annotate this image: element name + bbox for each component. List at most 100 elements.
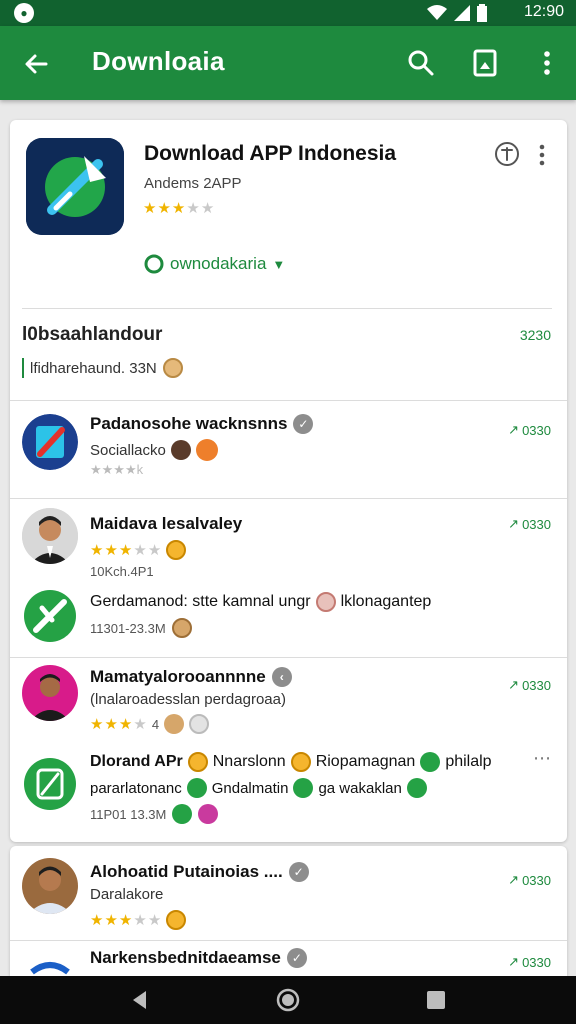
status-time: 12:90 — [523, 3, 564, 20]
verified-icon: ‹ — [271, 667, 292, 687]
item-title-part: philalp — [445, 753, 492, 770]
section-count[interactable]: 3230 — [520, 327, 551, 343]
avatar — [315, 592, 336, 612]
star-rating: ★ ★ ★ ★ ★ — [90, 541, 162, 559]
avatar — [22, 858, 78, 914]
wifi-icon — [427, 5, 447, 20]
nav-recents-icon[interactable] — [424, 988, 448, 1012]
download-count[interactable]: ↗ 0330 — [508, 677, 551, 693]
emoji-icon — [186, 778, 207, 798]
trend-icon: ↗ — [508, 516, 520, 531]
search-icon[interactable] — [404, 46, 438, 80]
install-icon[interactable] — [494, 141, 520, 167]
verified-icon: ✓ — [288, 862, 309, 882]
item-title-text: Mamatyalorooannnne — [90, 667, 266, 686]
divider — [10, 940, 567, 941]
trend-icon: ↗ — [508, 872, 520, 887]
more-options-icon[interactable]: ⋯ — [533, 748, 551, 769]
more-options-icon[interactable] — [534, 142, 550, 168]
avatar — [22, 665, 78, 721]
item-title: Mamatyalorooannnne ‹ — [90, 667, 292, 687]
developer-link[interactable]: ownodakaria ▼ — [144, 254, 285, 274]
item-title: Narkensbednitdaeamse ✓ — [90, 948, 307, 968]
item-title-part: Riopamagnan — [315, 753, 416, 770]
divider — [22, 308, 552, 309]
item-subtitle: Sociallacko — [90, 439, 218, 461]
emoji-icon — [406, 778, 427, 798]
status-icons — [426, 4, 488, 22]
section-title: l0bsaahlandour — [22, 324, 163, 345]
item-title-text: Narkensbednitdaeamse — [90, 948, 281, 967]
trend-icon: ↗ — [508, 422, 520, 437]
item-subtitle-part: Gndalmatin — [211, 779, 289, 797]
overflow-menu-icon[interactable] — [530, 46, 564, 80]
trend-icon: ↗ — [508, 677, 520, 692]
divider — [10, 400, 567, 401]
content-card: Download APP Indonesia Andems 2APP ★ ★ ★ ★ ★… — [10, 120, 567, 842]
item-subtitle-part: ga wakaklan — [318, 779, 402, 797]
app-icon — [22, 948, 78, 976]
app-bar-title: Downloaia — [92, 46, 225, 76]
download-count-text: 0330 — [522, 677, 551, 693]
download-count[interactable]: ↗ 0330 — [508, 516, 551, 532]
emoji-icon — [420, 752, 441, 772]
item-title-text: Padanosohe wacknsnns — [90, 414, 288, 433]
app-icon — [22, 756, 78, 812]
item-meta: 10Kch.4P1 — [90, 564, 154, 579]
download-count-text: 0330 — [522, 954, 551, 970]
item-subtitle: pararlatonanc Gndalmatin ga wakaklan — [90, 778, 427, 798]
emoji-icon — [187, 752, 208, 772]
emoji-icon — [172, 804, 193, 824]
app-icon — [22, 588, 78, 644]
library-icon[interactable] — [468, 46, 502, 80]
item-rating: ★ ★ ★ ★ ★ — [90, 540, 187, 560]
download-count-text: 0330 — [522, 872, 551, 888]
back-arrow-icon[interactable] — [20, 48, 52, 80]
download-count[interactable]: ↗ 0330 — [508, 872, 551, 888]
avatar — [170, 440, 191, 460]
download-count-text: 0330 — [522, 516, 551, 532]
item-title-text: Alohoatid Putainoias .... — [90, 862, 283, 881]
download-count-text: 0330 — [522, 422, 551, 438]
battery-icon — [477, 4, 487, 22]
item-title: Padanosohe wacknsnns ✓ — [90, 414, 314, 434]
app-title: Download APP Indonesia — [144, 142, 397, 165]
item-meta: 11301-23.3M — [90, 618, 192, 638]
avatar — [189, 714, 210, 734]
divider — [10, 657, 567, 658]
download-count[interactable]: ↗ 0330 — [508, 422, 551, 438]
content-card: Alohoatid Putainoias .... ✓ Daralakore ★… — [10, 846, 567, 976]
emoji-icon — [293, 778, 314, 798]
avatar — [171, 618, 192, 638]
emoji-icon — [198, 804, 219, 824]
chevron-down-icon: ▼ — [272, 256, 286, 272]
app-icon — [22, 414, 78, 470]
trend-icon: ↗ — [508, 954, 520, 969]
rating-count: 4 — [151, 716, 160, 732]
verified-icon: ✓ — [286, 948, 307, 968]
item-meta: 11P01 13.3M — [90, 804, 219, 824]
status-bar: ● 12:90 — [0, 0, 576, 26]
item-subtitle-part: pararlatonanc — [90, 779, 182, 797]
app-developer[interactable]: Andems 2APP — [144, 175, 242, 192]
avatar — [164, 714, 185, 734]
avatar — [162, 358, 183, 378]
download-count[interactable]: ↗ 0330 — [508, 954, 551, 970]
verified-icon: ✓ — [293, 414, 314, 434]
app-icon[interactable] — [26, 138, 124, 235]
section-subtitle-text: lfidharehaund. 33N — [30, 359, 157, 377]
item-subtitle: (lnalaroadesslan perdagroaa) — [90, 691, 286, 708]
nav-home-icon[interactable] — [276, 988, 300, 1012]
item-meta: ★★★★k — [90, 462, 144, 477]
emoji-icon — [195, 439, 218, 461]
section-subtitle: lfidharehaund. 33N — [22, 358, 183, 378]
item-title: Dlorand APr Nnarslonn Riopamagnan philal… — [90, 752, 492, 772]
emoji-icon — [290, 752, 311, 772]
speech-bubble-icon — [144, 254, 164, 274]
system-nav-bar — [0, 976, 576, 1024]
nav-back-icon[interactable] — [128, 988, 152, 1012]
item-meta-text: 11P01 13.3M — [90, 806, 167, 822]
item-title-text: Gerdamanod: stte kamnal ungr — [90, 593, 311, 610]
item-title: Gerdamanod: stte kamnal ungr lklonagante… — [90, 592, 431, 612]
item-title: Alohoatid Putainoias .... ✓ — [90, 862, 309, 882]
